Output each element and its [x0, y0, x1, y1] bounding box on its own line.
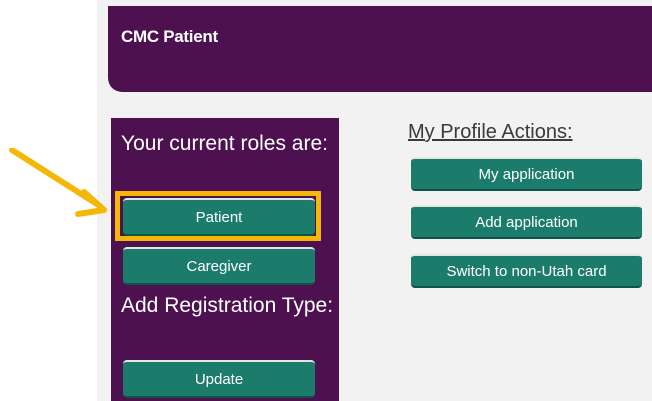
roles-panel: Your current roles are: Patient Caregive…	[111, 118, 339, 401]
page-title: CMC Patient	[121, 27, 218, 46]
profile-actions-heading: My Profile Actions:	[408, 121, 573, 143]
update-button[interactable]: Update	[123, 360, 315, 398]
switch-to-non-utah-card-button[interactable]: Switch to non-Utah card	[411, 254, 642, 288]
caregiver-role-button[interactable]: Caregiver	[123, 247, 315, 285]
patient-highlight-box	[115, 191, 321, 241]
current-roles-heading: Your current roles are:	[121, 132, 328, 155]
pointer-arrow-icon	[9, 148, 107, 217]
add-registration-type-heading: Add Registration Type:	[121, 294, 334, 317]
my-application-button[interactable]: My application	[411, 157, 642, 191]
add-application-button[interactable]: Add application	[411, 205, 642, 239]
page-header: CMC Patient	[108, 6, 652, 92]
